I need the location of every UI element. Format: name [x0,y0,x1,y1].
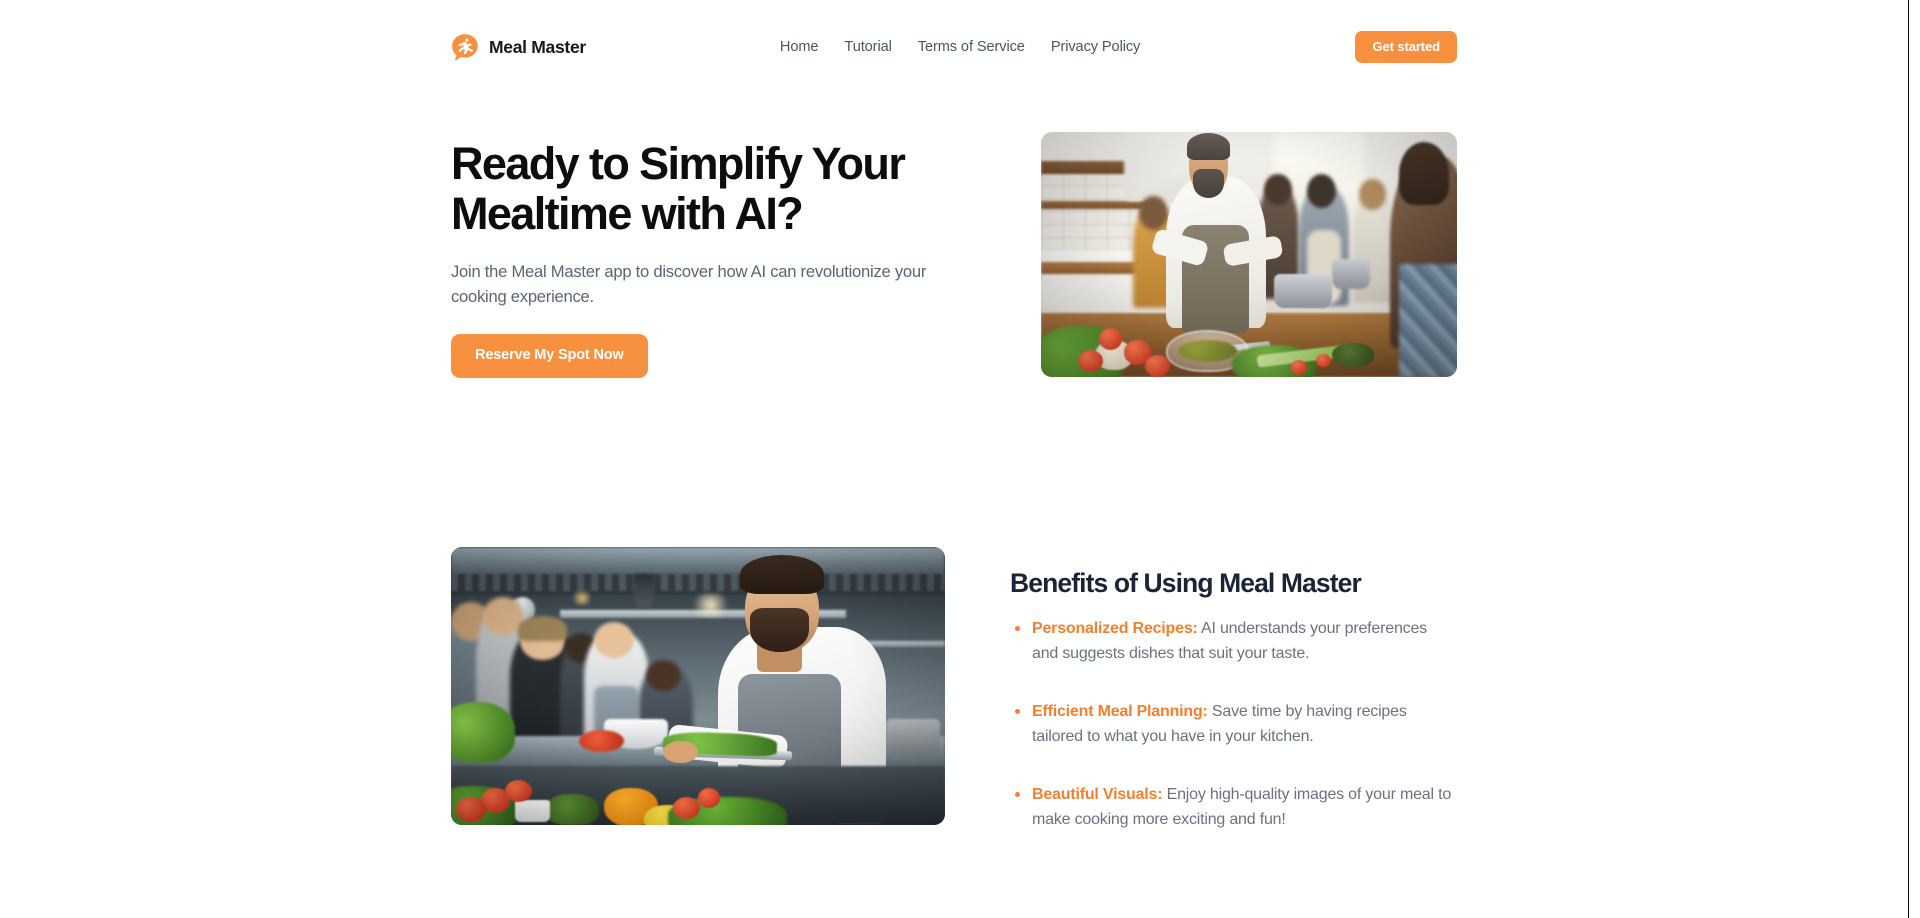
header-cta-wrapper: Get started [1355,31,1457,63]
benefits-image-scene [451,546,945,825]
benefits-text-column: Benefits of Using Meal Master Personaliz… [1010,547,1457,832]
bullet-dot-icon [1015,708,1020,714]
nav-link-home[interactable]: Home [780,39,819,55]
list-item: Personalized Recipes: AI understands you… [1015,616,1457,666]
brand-logo-link[interactable]: Meal Master [451,33,586,61]
viewport-right-edge [1908,0,1909,918]
benefit-label: Personalized Recipes: [1032,619,1198,637]
reserve-my-spot-button[interactable]: Reserve My Spot Now [451,334,648,378]
benefit-label: Efficient Meal Planning: [1032,702,1208,720]
hero-subtitle: Join the Meal Master app to discover how… [451,262,927,306]
hero-title-line-2: Mealtime with AI? [451,188,804,239]
hero-title-line-1: Ready to Simplify Your [451,138,906,189]
main-navigation: Home Tutorial Terms of Service Privacy P… [780,39,1140,55]
hero-text-column: Ready to Simplify Your Mealtime with AI?… [451,132,946,378]
page-root: Meal Master Home Tutorial Terms of Servi… [0,0,1908,918]
hero-image-scene [1041,132,1457,377]
site-header: Meal Master Home Tutorial Terms of Servi… [0,0,1908,67]
nav-link-privacy-policy[interactable]: Privacy Policy [1051,39,1141,55]
bullet-dot-icon [1015,791,1020,797]
benefits-list: Personalized Recipes: AI understands you… [1010,616,1457,832]
brand-name: Meal Master [489,36,586,57]
get-started-button[interactable]: Get started [1355,31,1457,63]
bullet-dot-icon [1015,625,1020,631]
hero-title: Ready to Simplify Your Mealtime with AI? [451,139,946,239]
benefit-label: Beautiful Visuals: [1032,785,1163,803]
list-item: Beautiful Visuals: Enjoy high-quality im… [1015,782,1457,832]
benefits-title: Benefits of Using Meal Master [1010,567,1362,598]
hero-section: Ready to Simplify Your Mealtime with AI?… [451,132,1457,378]
nav-link-tutorial[interactable]: Tutorial [844,39,891,55]
nav-link-terms-of-service[interactable]: Terms of Service [918,39,1025,55]
viewport-right-gutter [1909,0,1920,918]
benefits-section: Benefits of Using Meal Master Personaliz… [451,546,1457,832]
hero-image [1041,132,1457,377]
benefits-image [451,546,945,825]
chef-speech-bubble-icon [451,33,479,61]
list-item: Efficient Meal Planning: Save time by ha… [1015,699,1457,749]
